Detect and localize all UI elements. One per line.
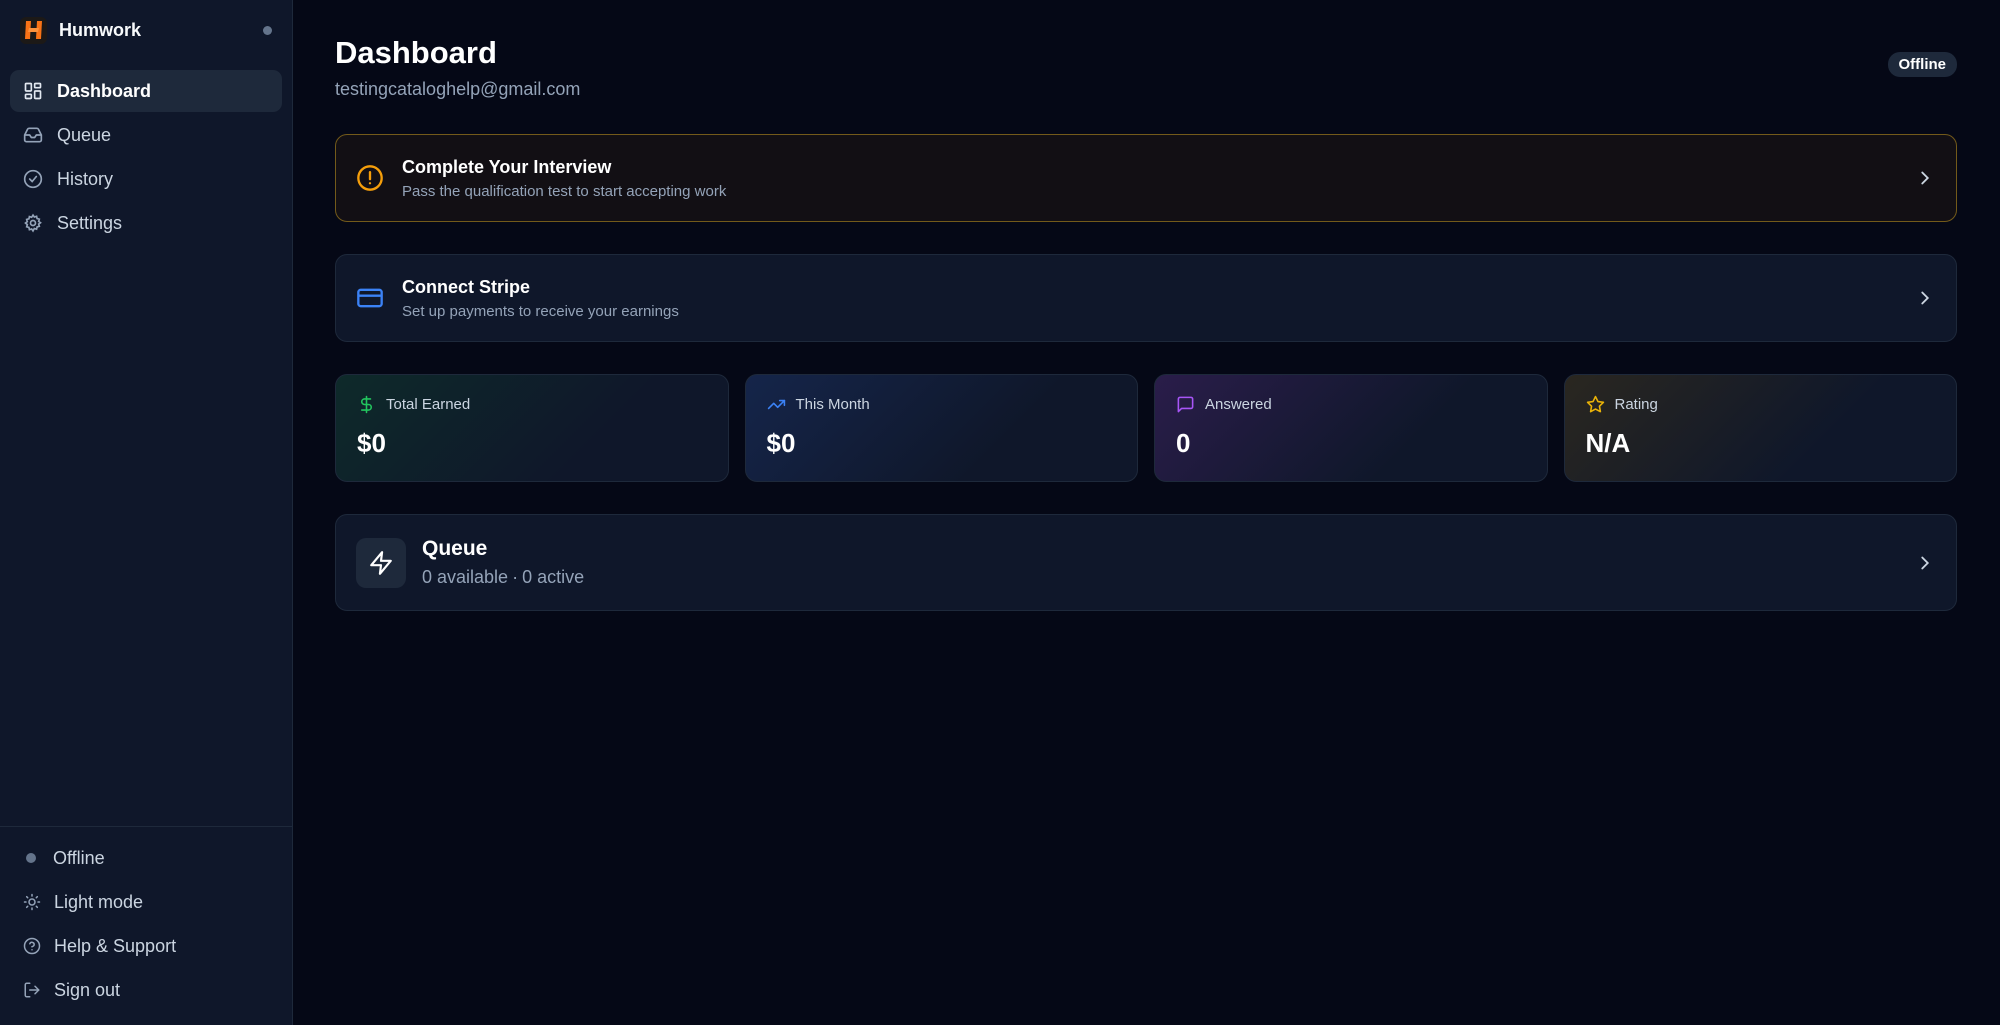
app-root: Humwork Dashboard Queue History Settings… [0,0,2000,1025]
stat-value: N/A [1585,428,1631,458]
stripe-banner-title: Connect Stripe [402,276,531,297]
chevron-right-icon [1921,556,1930,569]
status-badge: Offline [1887,52,1957,77]
light-mode-button[interactable]: Light mode [10,881,282,923]
help-support-link[interactable]: Help & Support [10,925,282,967]
stat-label: Answered [1205,396,1272,413]
sidebar-item-history[interactable]: History [10,158,282,200]
stat-value: $0 [357,428,386,458]
brand: Humwork [0,0,292,60]
humwork-logo-icon [20,16,47,44]
stat-label: Total Earned [386,396,471,413]
stat-value: 0 [1176,428,1191,458]
sidebar-item-label: Settings [57,212,123,233]
log-out-icon [24,982,40,998]
sidebar-footer: Offline Light mode Help & Support Sign o… [0,826,292,1025]
light-mode-label: Light mode [54,891,144,912]
help-circle-icon [23,937,41,955]
page-title: Dashboard [335,35,497,70]
status-label: Offline [53,847,105,868]
trending-up-icon [767,399,785,410]
queue-summary: 0 available · 0 active [422,567,1898,588]
queue-available-count: 0 available [422,567,509,587]
connect-stripe-banner[interactable]: Connect Stripe Set up payments to receiv… [335,254,1957,342]
interview-banner-title: Complete Your Interview [402,156,612,177]
stat-card-this-month: This Month $0 [744,374,1138,482]
stat-card-rating: Rating N/A [1563,374,1957,482]
stat-label: This Month [795,396,870,413]
interview-banner-subtitle: Pass the qualification test to start acc… [402,182,727,200]
queue-icon-box [356,537,406,588]
sidebar-nav: Dashboard Queue History Settings [0,60,292,254]
brand-name: Humwork [59,19,142,40]
sign-out-button[interactable]: Sign out [10,969,282,1011]
sidebar-item-label: Dashboard [57,80,152,101]
stat-card-answered: Answered 0 [1154,374,1548,482]
alert-circle-icon [357,165,383,191]
sidebar-item-settings[interactable]: Settings [10,202,282,244]
sidebar-item-label: History [57,168,114,189]
sun-icon [23,893,41,911]
status-dot-icon [26,853,36,863]
dashboard-icon [24,82,42,100]
queue-card[interactable]: Queue 0 available · 0 active [335,514,1957,611]
gear-icon [24,213,42,233]
stripe-banner-subtitle: Set up payments to receive your earnings [402,302,679,320]
status-toggle[interactable]: Offline [10,837,282,879]
stat-value: $0 [766,428,796,458]
chevron-right-icon [1921,291,1930,305]
lightning-icon [370,550,392,575]
user-email: testingcataloghelp@gmail.com [335,79,581,99]
queue-title: Queue [422,537,488,560]
sidebar-item-label: Queue [57,124,112,145]
complete-interview-banner[interactable]: Complete Your Interview Pass the qualifi… [335,134,1957,222]
stat-label: Rating [1614,396,1658,413]
queue-active-count: 0 active [522,567,585,587]
queue-separator: · [512,567,519,587]
message-square-icon [1177,396,1194,413]
sign-out-label: Sign out [54,979,121,1000]
main-content: Dashboard testingcataloghelp@gmail.com O… [293,0,2000,1025]
sidebar-item-queue[interactable]: Queue [10,114,282,156]
stat-card-total-earned: Total Earned $0 [335,374,729,482]
stats-row: Total Earned $0 This Month $0 Answered 0… [335,374,1957,482]
star-icon [1586,395,1604,413]
chevron-right-icon [1921,171,1930,185]
inbox-icon [23,127,43,143]
stripe-banner-text: Connect Stripe Set up payments to receiv… [402,277,1896,320]
queue-text: Queue 0 available · 0 active [422,537,1898,588]
check-circle-icon [23,169,43,189]
interview-banner-text: Complete Your Interview Pass the qualifi… [402,157,1896,200]
sidebar-item-dashboard[interactable]: Dashboard [10,70,282,112]
credit-card-icon [357,288,383,308]
help-support-label: Help & Support [54,935,177,956]
dollar-icon [360,395,372,414]
sidebar: Humwork Dashboard Queue History Settings… [0,0,293,1025]
connection-dot [263,25,272,35]
